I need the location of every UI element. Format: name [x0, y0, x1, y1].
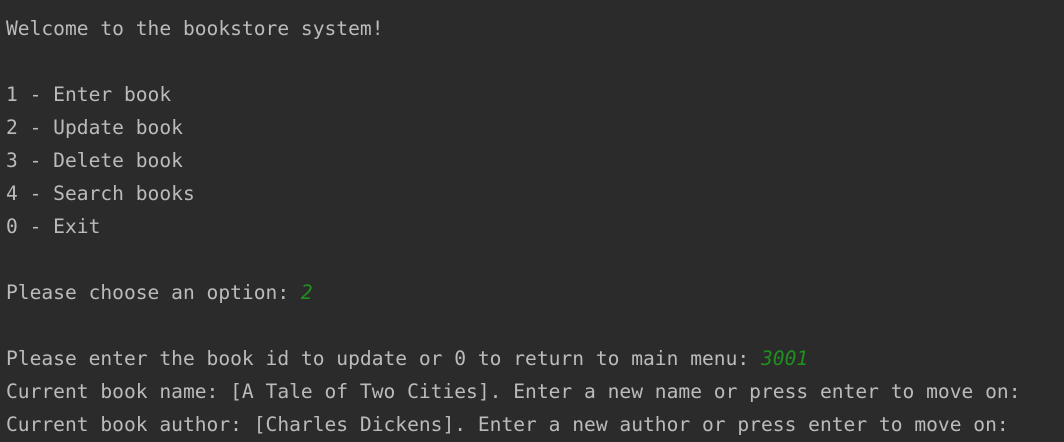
book-id-input: 3001: [760, 347, 809, 370]
menu-item-enter-book: 1 - Enter book: [6, 83, 172, 106]
choose-option-prompt: Please choose an option:: [6, 281, 301, 304]
welcome-message: Welcome to the bookstore system!: [6, 17, 384, 40]
book-id-line: Please enter the book id to update or 0 …: [6, 347, 808, 371]
current-book-name-line: Current book name: [A Tale of Two Cities…: [6, 380, 1021, 403]
menu-item-update-book: 2 - Update book: [6, 116, 183, 139]
book-id-prompt: Please enter the book id to update or 0 …: [6, 347, 761, 370]
menu-item-exit: 0 - Exit: [6, 215, 101, 238]
choose-option-input: 2: [300, 281, 313, 304]
console-output[interactable]: Welcome to the bookstore system! 1 - Ent…: [0, 0, 1064, 442]
menu-item-delete-book: 3 - Delete book: [6, 149, 183, 172]
current-book-author-line: Current book author: [Charles Dickens]. …: [6, 413, 1009, 436]
choose-option-line: Please choose an option: 2: [6, 281, 313, 305]
menu-item-search-books: 4 - Search books: [6, 182, 195, 205]
